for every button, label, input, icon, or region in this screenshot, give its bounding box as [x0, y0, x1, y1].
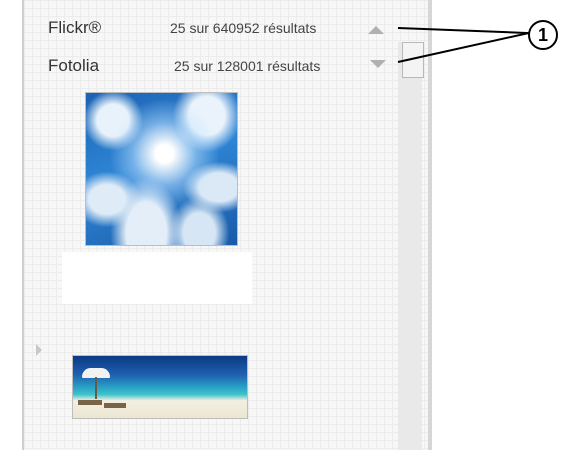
- window-left-border: [0, 0, 22, 450]
- beach-umbrella-pole-graphic: [95, 377, 97, 399]
- collapse-up-arrow-icon[interactable]: [368, 26, 384, 34]
- expand-down-arrow-icon[interactable]: [370, 60, 386, 68]
- result-count: 25 sur 128001 résultats: [174, 58, 321, 74]
- result-count: 25 sur 640952 résultats: [170, 20, 317, 36]
- thumbnail-placeholder: [62, 252, 252, 304]
- callout-number-badge: 1: [528, 20, 558, 50]
- image-thumbnail-sky[interactable]: [85, 92, 238, 246]
- results-scrollbar[interactable]: [398, 42, 422, 450]
- beach-lounger-graphic: [104, 403, 126, 408]
- source-name: Flickr®: [48, 18, 102, 37]
- image-thumbnail-beach[interactable]: [72, 355, 248, 419]
- source-name: Fotolia: [48, 56, 100, 75]
- expand-caret-icon[interactable]: [36, 344, 42, 356]
- beach-lounger-graphic: [78, 400, 102, 405]
- panel-right-edge: [428, 0, 432, 450]
